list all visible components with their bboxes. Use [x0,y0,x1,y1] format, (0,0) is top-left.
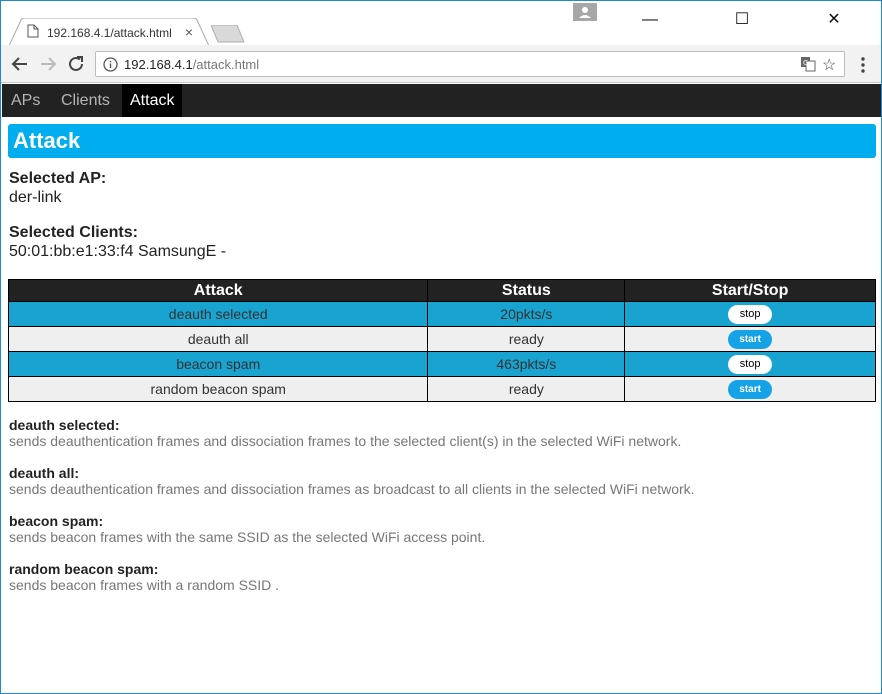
page-content: APs Clients Attack Attack Selected AP: d… [2,84,881,693]
top-menu: APs Clients Attack [2,84,881,117]
profile-icon[interactable] [573,3,597,21]
desc-text: sends beacon frames with the same SSID a… [9,529,486,545]
header-attack: Attack [7,279,429,302]
tab-close-button[interactable]: × [181,23,197,41]
table-header-row: Attack Status Start/Stop [7,279,876,302]
page-title: Attack [8,124,876,158]
header-status: Status [427,279,626,302]
browser-toolbar: 192.168.4.1/attack.html G ☆ [1,45,881,83]
minimize-button[interactable]: — [627,5,673,35]
desc-title: deauth selected: [9,417,120,433]
selected-clients-value: 50:01:bb:e1:33:f4 SamsungE - [9,243,227,260]
attack-name: beacon spam [7,351,429,377]
tab-content: 192.168.4.1/attack.html [27,23,172,43]
attack-status: ready [427,326,626,352]
url-text: 192.168.4.1/attack.html [124,57,259,72]
start-stop-cell: stop [624,301,876,327]
selected-clients-label: Selected Clients: [9,224,138,241]
browser-window: 192.168.4.1/attack.html × — ☐ ✕ 192.168.… [0,0,882,694]
start-stop-cell: stop [624,351,876,377]
maximize-button[interactable]: ☐ [719,5,765,35]
desc-text: sends deauthentication frames and dissoc… [9,433,682,449]
selected-ap-value: der-link [9,189,62,206]
url-path: /attack.html [192,57,260,72]
tab-title: 192.168.4.1/attack.html [47,26,172,40]
stop-button[interactable]: stop [728,355,773,374]
attack-status: 20pkts/s [427,301,626,327]
attack-status: 463pkts/s [427,351,626,377]
menu-item-aps[interactable]: APs [3,84,48,117]
attack-name: random beacon spam [7,376,429,402]
star-icon[interactable]: ☆ [822,55,836,75]
document-icon [27,24,39,43]
kebab-menu-icon[interactable] [853,54,873,76]
attack-table: Attack Status Start/Stop deauth selected… [7,279,876,402]
forward-arrow-icon[interactable] [37,53,59,75]
menu-item-clients[interactable]: Clients [53,84,118,117]
start-button[interactable]: start [728,330,773,349]
start-stop-cell: start [624,326,876,352]
desc-text: sends deauthentication frames and dissoc… [9,481,695,497]
reload-icon[interactable] [65,53,87,75]
back-arrow-icon[interactable] [9,53,31,75]
start-stop-cell: start [624,376,876,402]
stop-button[interactable]: stop [728,305,773,324]
close-window-button[interactable]: ✕ [811,5,857,35]
header-start-stop: Start/Stop [624,279,876,302]
desc-text: sends beacon frames with a random SSID . [9,577,280,593]
menu-item-attack[interactable]: Attack [122,84,183,117]
attack-name: deauth selected [7,301,429,327]
attack-status: ready [427,376,626,402]
desc-title: random beacon spam: [9,561,159,577]
translate-icon[interactable]: G [800,56,816,77]
info-icon[interactable] [103,57,118,77]
url-host: 192.168.4.1 [124,57,193,72]
attack-name: deauth all [7,326,429,352]
svg-text:G: G [803,59,808,67]
title-bar: 192.168.4.1/attack.html × — ☐ ✕ [1,1,881,46]
selected-ap-label: Selected AP: [9,170,107,187]
table-row: beacon spam 463pkts/s stop [7,351,876,377]
table-row: deauth all ready start [7,326,876,352]
table-row: deauth selected 20pkts/s stop [7,301,876,327]
new-tab-button[interactable] [211,25,245,43]
desc-title: beacon spam: [9,513,104,529]
table-row: random beacon spam ready start [7,376,876,402]
address-bar[interactable]: 192.168.4.1/attack.html G ☆ [95,51,845,77]
desc-title: deauth all: [9,465,80,481]
start-button[interactable]: start [728,380,773,399]
